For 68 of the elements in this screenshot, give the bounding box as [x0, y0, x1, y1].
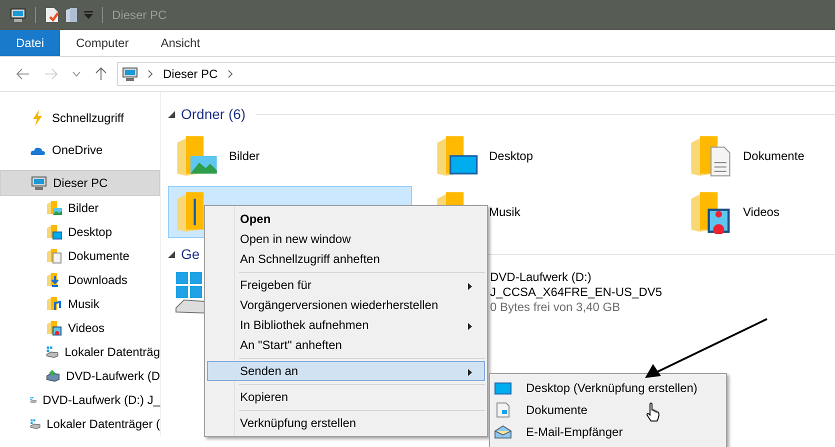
menu-item[interactable]: In Bibliothek aufnehmen	[207, 315, 485, 335]
menu-item[interactable]: Desktop (Verknüpfung erstellen)	[490, 377, 726, 399]
menu-item[interactable]: Open	[207, 209, 485, 229]
section-title: Ge	[181, 246, 200, 262]
menu-item[interactable]: Open in new window	[207, 229, 485, 249]
sidebar-item[interactable]: Dokumente	[0, 244, 160, 268]
submenu-arrow-icon	[468, 283, 472, 290]
menu-item[interactable]: Senden an	[207, 361, 485, 381]
music-folder-icon	[46, 296, 62, 312]
documents-folder-icon	[46, 248, 62, 264]
sidebar-item[interactable]: Musik	[0, 292, 160, 316]
hand-cursor-icon	[646, 402, 660, 422]
documents-folder-icon	[689, 134, 733, 178]
collapse-arrow-icon[interactable]	[168, 110, 175, 118]
menu-item[interactable]: Freigeben für	[207, 275, 485, 295]
address-bar[interactable]: Dieser PC	[117, 62, 835, 86]
sidebar-item[interactable]: Lokaler Datenträger (	[0, 412, 160, 436]
chevron-down-icon[interactable]	[72, 71, 81, 77]
back-arrow-icon[interactable]	[16, 68, 30, 80]
menu-item[interactable]: E-Mail-Empfänger	[490, 421, 726, 443]
properties-icon[interactable]	[45, 7, 59, 23]
sidebar-item[interactable]: Downloads	[0, 268, 160, 292]
collapse-arrow-icon[interactable]	[168, 250, 175, 258]
disc-drive-icon	[46, 368, 60, 384]
menu-item[interactable]: An Schnellzugriff anheften	[207, 249, 485, 269]
drive-name: DVD-Laufwerk (D:)	[490, 270, 592, 285]
folder-tile[interactable]: Videos	[682, 186, 835, 238]
submenu-arrow-icon	[468, 323, 472, 330]
desktop-folder-icon	[46, 224, 62, 240]
sidebar-item[interactable]: Desktop	[0, 220, 160, 244]
chevron-right-icon[interactable]	[228, 70, 233, 78]
volume-label: J_CCSA_X64FRE_EN-US_DV5	[490, 285, 662, 300]
videos-folder-icon	[46, 320, 62, 336]
envelope-icon	[494, 424, 512, 440]
submenu-arrow-icon	[468, 369, 472, 376]
ribbon-tab[interactable]: Datei	[0, 30, 60, 56]
document-icon	[494, 402, 512, 418]
menu-item[interactable]: Verknüpfung erstellen	[207, 413, 485, 433]
sidebar-item[interactable]: Lokaler Datenträg	[0, 340, 160, 364]
menu-item[interactable]: Vorgängerversionen wiederherstellen	[207, 295, 485, 315]
menu-item[interactable]: Kopieren	[207, 387, 485, 407]
computer-icon[interactable]	[10, 7, 26, 23]
desktop-folder-icon	[435, 134, 479, 178]
folder-icon[interactable]	[65, 7, 78, 23]
computer-icon	[122, 66, 138, 82]
window-title: Dieser PC	[112, 8, 167, 22]
sidebar-item[interactable]: Dieser PC	[0, 170, 160, 196]
menu-item[interactable]: Dokumente	[490, 399, 726, 421]
sidebar-item[interactable]: OneDrive	[0, 138, 160, 162]
folder-tile[interactable]: Bilder	[168, 130, 412, 182]
computer-icon	[31, 175, 47, 191]
desktop-icon	[494, 380, 512, 396]
chevron-right-icon[interactable]	[148, 70, 153, 78]
sidebar-item[interactable]: DVD-Laufwerk (D	[0, 364, 160, 388]
folder-tile[interactable]: Desktop	[428, 130, 672, 182]
drive-icon	[46, 344, 59, 360]
section-title: Ordner (6)	[181, 106, 246, 122]
folder-tile[interactable]: Dokumente	[682, 130, 835, 182]
sidebar-item[interactable]: Schnellzugriff	[0, 106, 160, 130]
sidebar-item[interactable]: DVD-Laufwerk (D:) J_	[0, 388, 160, 412]
sidebar-item[interactable]: Bilder	[0, 196, 160, 220]
pictures-folder-icon	[46, 200, 62, 216]
up-arrow-icon[interactable]	[95, 67, 107, 81]
sidebar-item[interactable]: Videos	[0, 316, 160, 340]
menu-item[interactable]: An "Start" anheften	[207, 335, 485, 355]
pictures-folder-icon	[175, 134, 219, 178]
free-space-text: 0 Bytes frei von 3,40 GB	[490, 300, 622, 315]
breadcrumb[interactable]: Dieser PC	[163, 67, 218, 81]
